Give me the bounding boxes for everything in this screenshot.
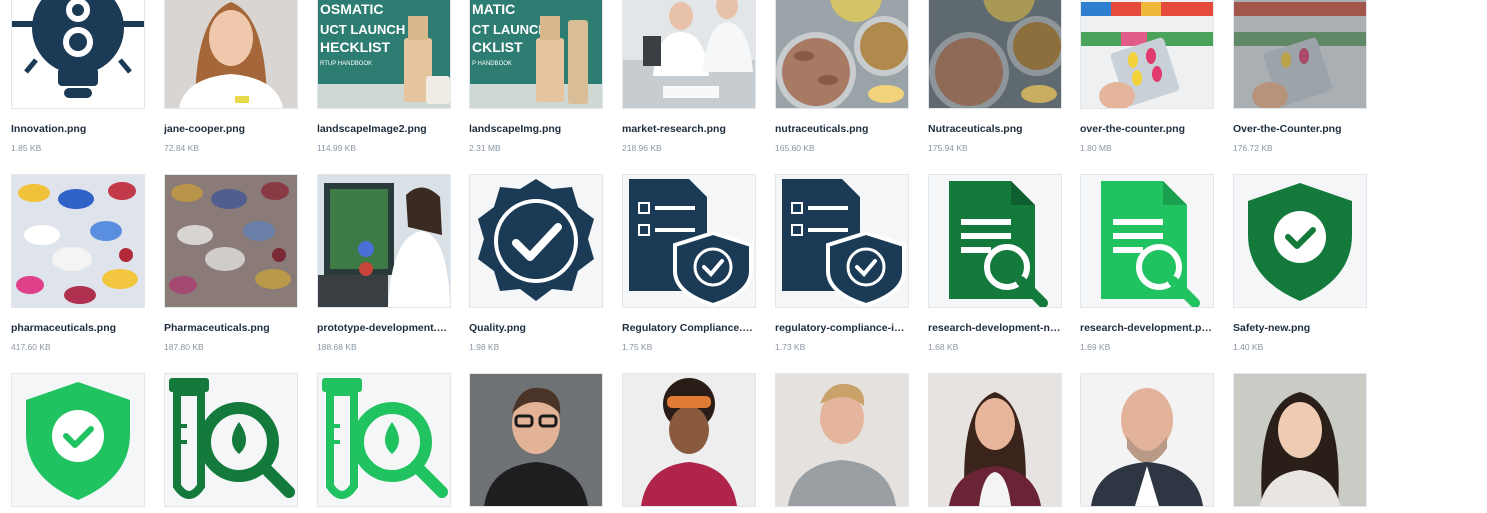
file-size: 188.68 KB xyxy=(317,342,357,352)
svg-text:HECKLIST: HECKLIST xyxy=(320,39,390,55)
file-name: Regulatory Compliance.png xyxy=(622,322,756,334)
portrait-photo xyxy=(1233,373,1367,507)
file-tile[interactable]: Quality.png 1.98 KB xyxy=(469,174,603,352)
file-size: 218.96 KB xyxy=(622,143,662,153)
file-tile[interactable]: Safety-new.png 1.40 KB xyxy=(1233,174,1367,352)
file-name: Nutraceuticals.png xyxy=(928,123,1023,135)
file-tile[interactable]: research-development-new.png 1.68 KB xyxy=(928,174,1062,352)
capsules-photo xyxy=(928,0,1062,109)
cosmetic-checklist-photo: MATIC CT LAUNCH CKLIST P HANDBOOK xyxy=(469,0,603,109)
document-search-icon xyxy=(928,174,1062,308)
portrait-photo xyxy=(1080,373,1214,507)
file-tile[interactable]: Over-the-Counter.png 176.72 KB xyxy=(1233,0,1367,153)
file-tile[interactable]: research-development.png 1.69 KB xyxy=(1080,174,1214,352)
file-size: 1.40 KB xyxy=(1233,342,1264,352)
file-size: 1.75 KB xyxy=(622,342,653,352)
file-name: Quality.png xyxy=(469,322,526,334)
test-tube-search-icon xyxy=(164,373,298,507)
file-tile[interactable]: market-research.png 218.96 KB xyxy=(622,0,756,153)
file-size: 1.80 MB xyxy=(1080,143,1112,153)
svg-text:CT LAUNCH: CT LAUNCH xyxy=(472,22,548,37)
pharmacy-shelf-photo xyxy=(1080,0,1214,109)
file-tile[interactable] xyxy=(622,373,756,507)
quality-badge-icon xyxy=(469,174,603,308)
file-name: Over-the-Counter.png xyxy=(1233,123,1342,135)
file-tile[interactable]: prototype-development.png 188.68 KB xyxy=(317,174,451,352)
file-size: 2.31 MB xyxy=(469,143,501,153)
file-size: 72.84 KB xyxy=(164,143,199,153)
file-tile[interactable]: MATIC CT LAUNCH CKLIST P HANDBOOK landsc… xyxy=(469,0,603,153)
portrait-photo xyxy=(164,0,298,109)
file-name: regulatory-compliance-icon.png xyxy=(775,322,909,334)
document-shield-icon xyxy=(622,174,756,308)
file-name: market-research.png xyxy=(622,123,726,135)
file-tile[interactable]: Innovation.png 1.85 KB xyxy=(11,0,145,153)
lab-photo xyxy=(622,0,756,109)
file-size: 187.80 KB xyxy=(164,342,204,352)
file-tile[interactable]: over-the-counter.png 1.80 MB xyxy=(1080,0,1214,153)
file-name: Safety-new.png xyxy=(1233,322,1311,334)
svg-text:OSMATIC: OSMATIC xyxy=(320,1,384,17)
shield-check-icon xyxy=(1233,174,1367,308)
document-shield-icon xyxy=(775,174,909,308)
file-tile[interactable]: Regulatory Compliance.png 1.75 KB xyxy=(622,174,756,352)
file-tile[interactable] xyxy=(1080,373,1214,507)
portrait-photo xyxy=(775,373,909,507)
svg-text:P HANDBOOK: P HANDBOOK xyxy=(472,61,512,67)
file-tile[interactable]: OSMATIC UCT LAUNCH HECKLIST RTUP HANDBOO… xyxy=(317,0,451,153)
pharmacy-shelf-photo xyxy=(1233,0,1367,109)
test-tube-search-icon xyxy=(317,373,451,507)
file-tile[interactable]: regulatory-compliance-icon.png 1.73 KB xyxy=(775,174,909,352)
file-tile[interactable] xyxy=(164,373,298,507)
svg-text:RTUP HANDBOOK: RTUP HANDBOOK xyxy=(320,61,372,67)
file-name: pharmaceuticals.png xyxy=(11,322,117,334)
pills-photo xyxy=(164,174,298,308)
file-name: research-development.png xyxy=(1080,322,1214,334)
document-search-icon xyxy=(1080,174,1214,308)
file-name: nutraceuticals.png xyxy=(775,123,869,135)
file-name: Pharmaceuticals.png xyxy=(164,322,270,334)
svg-text:UCT LAUNCH: UCT LAUNCH xyxy=(320,22,405,37)
file-tile[interactable] xyxy=(928,373,1062,507)
file-size: 1.85 KB xyxy=(11,143,42,153)
file-name: over-the-counter.png xyxy=(1080,123,1186,135)
file-tile[interactable] xyxy=(469,373,603,507)
file-name: landscapeImage2.png xyxy=(317,123,427,135)
file-size: 1.68 KB xyxy=(928,342,959,352)
pills-photo xyxy=(11,174,145,308)
file-name: prototype-development.png xyxy=(317,322,451,334)
capsules-photo xyxy=(775,0,909,109)
file-tile[interactable]: nutraceuticals.png 165.60 KB xyxy=(775,0,909,153)
file-size: 1.69 KB xyxy=(1080,342,1111,352)
file-tile[interactable]: Pharmaceuticals.png 187.80 KB xyxy=(164,174,298,352)
file-tile[interactable] xyxy=(775,373,909,507)
cosmetic-checklist-photo: OSMATIC UCT LAUNCH HECKLIST RTUP HANDBOO… xyxy=(317,0,451,109)
portrait-photo xyxy=(928,373,1062,507)
file-name: research-development-new.png xyxy=(928,322,1062,334)
file-size: 175.94 KB xyxy=(928,143,968,153)
portrait-photo xyxy=(469,373,603,507)
file-size: 417.60 KB xyxy=(11,342,51,352)
portrait-photo xyxy=(622,373,756,507)
file-size: 1.73 KB xyxy=(775,342,806,352)
file-tile[interactable] xyxy=(11,373,145,507)
file-tile[interactable]: pharmaceuticals.png 417.60 KB xyxy=(11,174,145,352)
file-tile[interactable]: Nutraceuticals.png 175.94 KB xyxy=(928,0,1062,153)
file-name: landscapeImg.png xyxy=(469,123,562,135)
scientist-photo xyxy=(317,174,451,308)
svg-text:CKLIST: CKLIST xyxy=(472,39,523,55)
lightbulb-icon xyxy=(11,0,145,109)
file-size: 165.60 KB xyxy=(775,143,815,153)
file-size: 1.98 KB xyxy=(469,342,500,352)
file-size: 114.99 KB xyxy=(317,143,357,153)
file-name: Innovation.png xyxy=(11,123,87,135)
file-name: jane-cooper.png xyxy=(164,123,246,135)
file-tile[interactable] xyxy=(317,373,451,507)
file-size: 176.72 KB xyxy=(1233,143,1273,153)
shield-check-icon xyxy=(11,373,145,507)
file-tile[interactable] xyxy=(1233,373,1367,507)
svg-text:MATIC: MATIC xyxy=(472,1,515,17)
file-tile[interactable]: jane-cooper.png 72.84 KB xyxy=(164,0,298,153)
